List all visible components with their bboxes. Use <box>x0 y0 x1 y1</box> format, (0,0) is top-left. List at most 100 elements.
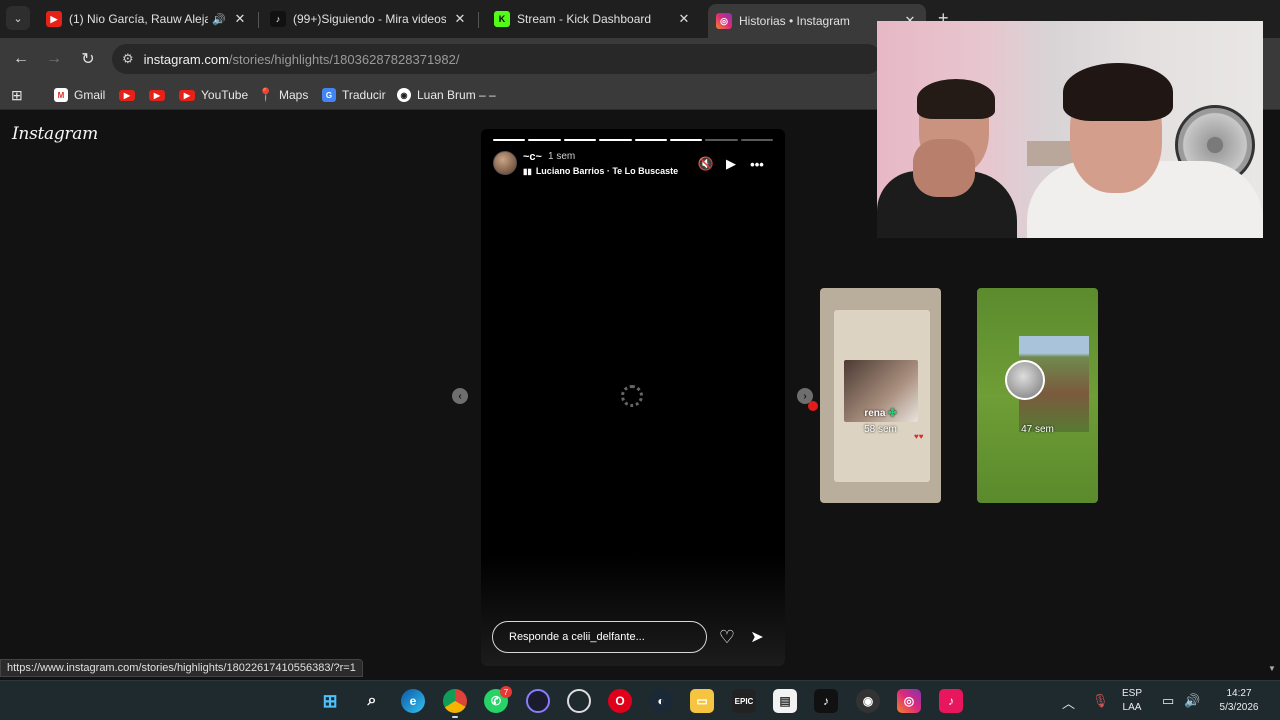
hearts-icon: ♥♥ <box>914 432 924 441</box>
camera-app-icon[interactable]: ◉ <box>856 689 880 713</box>
story-progress-segment <box>740 139 773 141</box>
story-progress-segment <box>528 139 561 141</box>
close-icon[interactable]: ✕ <box>232 11 248 27</box>
tiktok-icon: ♪ <box>270 11 286 27</box>
tab-separator <box>258 12 259 28</box>
active-app-indicator <box>452 716 458 718</box>
keyboard-layout: LAA <box>1122 702 1142 713</box>
play-icon[interactable]: ▶ <box>722 155 740 173</box>
mute-icon[interactable]: 🔇 <box>697 155 715 173</box>
preview-username: rena ✤ <box>864 408 897 419</box>
windows-start-icon[interactable]: ⊞ <box>318 689 342 713</box>
speaker-icon[interactable]: 🔊 <box>212 13 226 26</box>
link-status-bubble: https://www.instagram.com/stories/highli… <box>0 659 363 677</box>
bookmark-label: Traducir <box>342 88 386 102</box>
webcam-person-right-hair <box>1063 63 1173 121</box>
bookmark-youtube-2[interactable]: ▶ <box>149 85 171 105</box>
story-progress-segment <box>599 139 632 141</box>
forward-icon[interactable]: → <box>43 48 65 70</box>
story-preview-rena[interactable]: rena ✤ 58 sem ♥♥ <box>820 288 941 503</box>
app-circle-icon[interactable] <box>567 689 591 713</box>
tiktok-studio-icon[interactable]: ♪ <box>939 689 963 713</box>
language-indicator[interactable]: ESP LAA <box>1122 687 1142 715</box>
tab-kick[interactable]: K Stream - Kick Dashboard ✕ <box>486 4 700 34</box>
webcam-person-left-hair <box>917 79 995 119</box>
maps-icon: 📍 <box>257 87 275 102</box>
chrome-icon[interactable] <box>443 689 467 713</box>
tab-title: Stream - Kick Dashboard <box>517 12 652 26</box>
story-preview-2[interactable]: 47 sem <box>977 288 1098 503</box>
send-icon[interactable]: ➤ <box>745 625 769 649</box>
bookmark-luan-brum[interactable]: ◉ Luan Brum – – <box>397 85 496 105</box>
notification-badge: 7 <box>500 686 512 698</box>
reload-icon[interactable]: ↻ <box>77 48 99 70</box>
more-options-icon[interactable]: ••• <box>748 155 766 173</box>
epic-games-icon[interactable]: EPIC <box>732 689 756 713</box>
network-icon[interactable]: ▭ <box>1162 693 1174 709</box>
kick-icon: K <box>494 11 510 27</box>
previous-story-button[interactable]: ‹ <box>452 388 468 404</box>
tab-title: Historias • Instagram <box>739 14 850 28</box>
instagram-logo[interactable]: Instagram <box>12 124 98 144</box>
chevron-up-icon[interactable]: ︿ <box>1062 693 1075 712</box>
bookmark-maps[interactable]: 📍 Maps <box>257 85 309 105</box>
tab-separator <box>478 12 479 28</box>
tab-tiktok[interactable]: ♪ (99+)Siguiendo - Mira videos populares… <box>262 4 476 34</box>
obs-icon[interactable] <box>526 689 550 713</box>
story-progress-segment <box>563 139 597 141</box>
apps-icon[interactable]: ⊞ <box>11 85 23 105</box>
microphone-icon[interactable]: 🎙 <box>1092 693 1109 709</box>
bookmark-label: Gmail <box>74 88 106 102</box>
avatar <box>1005 360 1045 400</box>
site-info-icon[interactable]: ⚙ <box>122 51 134 67</box>
url-host: instagram.com <box>143 51 229 67</box>
story-audio[interactable]: ▮▮ Luciano Barrios · Te Lo Buscaste <box>523 166 678 176</box>
webcam-person-left-hand <box>913 139 975 197</box>
windows-taskbar: ⊞ ⌕ e ✆ 7 O ◐ ▭ EPIC ▤ ♪ ◉ ◎ ♪ ︿ 🎙 ESP L… <box>0 680 1280 720</box>
clock-date: 5/3/2026 <box>1219 702 1259 713</box>
story-time: 1 sem <box>548 151 576 162</box>
tab-youtube-music[interactable]: ▶ (1) Nio García, Rauw Alejandro 🔊 ✕ <box>38 4 256 34</box>
back-icon[interactable]: ← <box>10 48 32 70</box>
avatar[interactable] <box>493 151 517 175</box>
volume-icon[interactable]: 🔊 <box>1184 693 1200 709</box>
file-explorer-icon[interactable]: ▭ <box>690 689 714 713</box>
opera-icon[interactable]: O <box>608 689 632 713</box>
tiktok-icon[interactable]: ♪ <box>814 689 838 713</box>
clock[interactable]: 14:27 5/3/2026 <box>1212 687 1266 715</box>
youtube-icon: ▶ <box>119 89 135 101</box>
instagram-icon: ◎ <box>716 13 732 29</box>
bookmark-traducir[interactable]: G Traducir <box>322 85 386 105</box>
tab-search-button[interactable]: ⌄ <box>6 6 30 30</box>
loading-spinner-icon <box>621 385 643 407</box>
close-icon[interactable]: ✕ <box>676 11 692 27</box>
youtube-icon: ▶ <box>46 11 62 27</box>
bookmark-youtube[interactable]: ▶ YouTube <box>179 85 248 105</box>
story-viewer[interactable]: ~c~ 1 sem ▮▮ Luciano Barrios · Te Lo Bus… <box>481 129 785 666</box>
clock-time: 14:27 <box>1226 688 1252 699</box>
youtube-icon: ▶ <box>149 89 165 101</box>
file-icon[interactable]: ▤ <box>773 689 797 713</box>
edge-icon[interactable]: e <box>401 689 425 713</box>
bookmark-label: YouTube <box>201 88 249 102</box>
heart-icon[interactable]: ♡ <box>715 625 739 649</box>
instagram-icon[interactable]: ◎ <box>897 689 921 713</box>
bookmark-label: Maps <box>279 88 309 102</box>
reply-input[interactable]: Responde a celii_delfante... <box>492 621 707 653</box>
reply-placeholder: Responde a celii_delfante... <box>509 631 645 643</box>
audio-bars-icon: ▮▮ <box>523 166 532 176</box>
bookmark-youtube-1[interactable]: ▶ <box>119 85 141 105</box>
address-bar[interactable]: ⚙ instagram.com/stories/highlights/18036… <box>112 44 882 74</box>
translate-icon: G <box>322 88 336 102</box>
close-icon[interactable]: ✕ <box>452 11 468 27</box>
tab-title: (1) Nio García, Rauw Alejandro <box>69 12 209 26</box>
mouse-cursor <box>808 401 818 411</box>
story-username[interactable]: ~c~ <box>523 151 542 163</box>
steam-icon[interactable]: ◐ <box>649 689 673 713</box>
preview-time: 47 sem <box>1021 424 1054 435</box>
story-progress-segment <box>493 139 526 141</box>
scroll-down-icon[interactable]: ▼ <box>1268 664 1276 673</box>
bookmark-gmail[interactable]: M Gmail <box>54 85 105 105</box>
search-icon[interactable]: ⌕ <box>360 689 384 713</box>
story-progress-segment <box>634 139 667 141</box>
